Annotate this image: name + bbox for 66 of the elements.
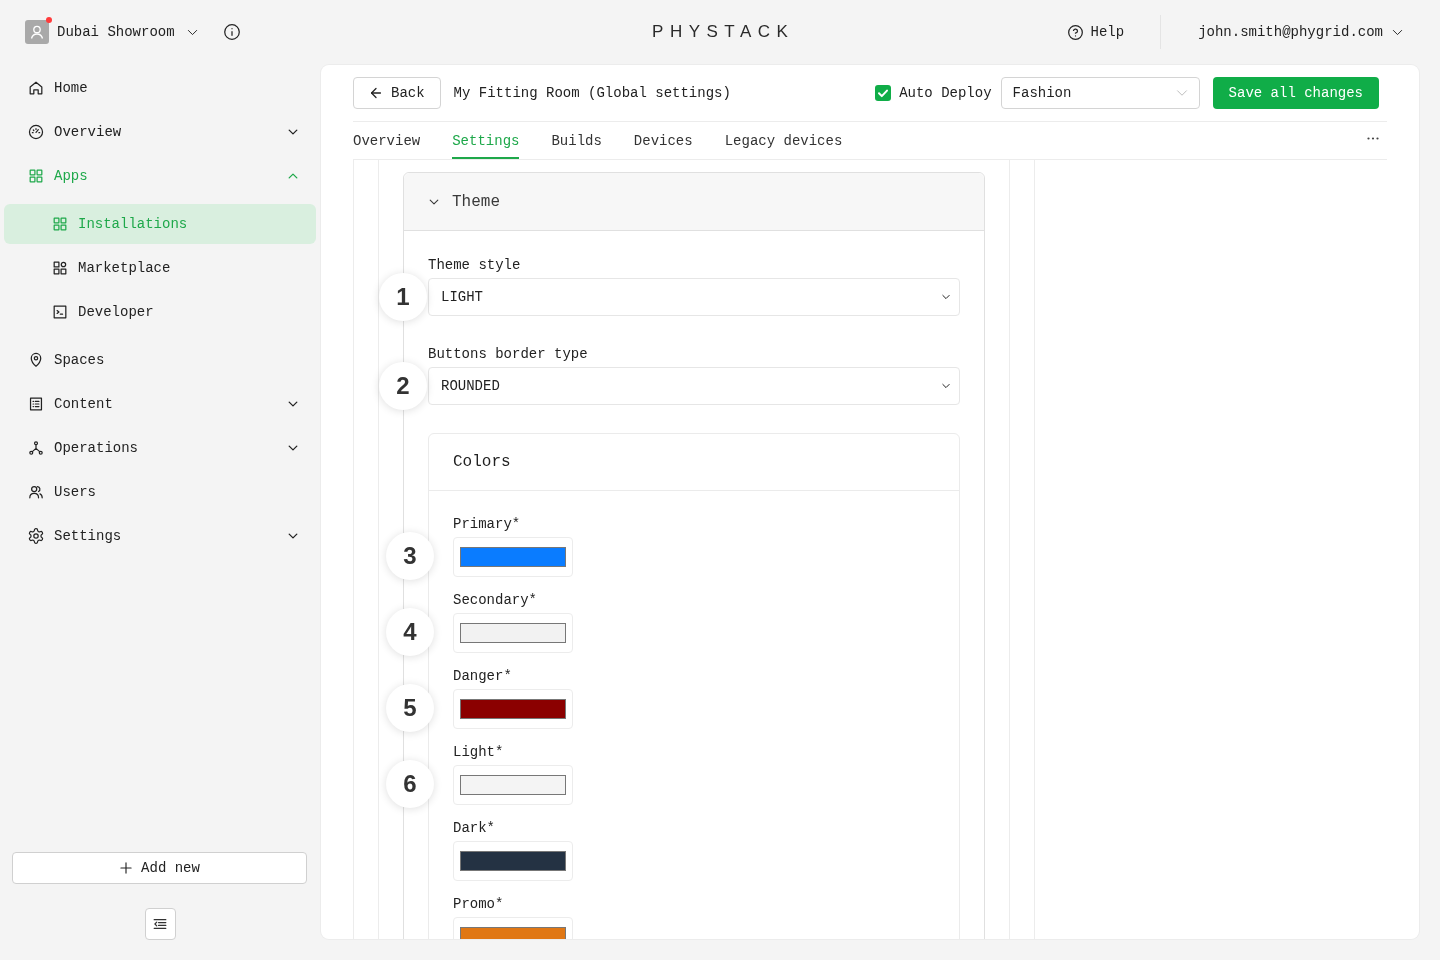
settings-icon <box>28 528 44 544</box>
section-title: Colors <box>453 453 511 471</box>
sidebar-item[interactable]: Content <box>0 382 320 426</box>
theme-section-header[interactable]: Theme <box>404 173 984 231</box>
chevron-down-icon <box>941 292 951 302</box>
collapse-icon <box>152 916 168 932</box>
list-icon <box>28 396 44 412</box>
auto-deploy-label: Auto Deploy <box>899 84 992 103</box>
sidebar-item[interactable]: Overview <box>0 110 320 154</box>
auto-deploy-checkbox[interactable] <box>875 85 892 101</box>
field-label: Theme style <box>428 256 522 275</box>
field-label: Secondary* <box>453 591 538 610</box>
sidebar-item[interactable]: Operations <box>0 426 320 470</box>
sidebar-item[interactable]: Spaces <box>0 338 320 382</box>
plus-icon <box>119 861 134 875</box>
field-label: Buttons border type <box>428 345 589 364</box>
field-label: Dark* <box>453 819 496 838</box>
color-picker-field[interactable] <box>453 537 573 577</box>
users-icon <box>28 484 44 500</box>
page-title: My Fitting Room (Global settings) <box>453 84 731 103</box>
dropdown-field[interactable]: LIGHT <box>428 278 960 316</box>
grid-icon <box>28 168 44 184</box>
brand-logo: PHYSTACK <box>652 22 795 42</box>
tab[interactable]: Overview <box>353 122 421 159</box>
account-menu[interactable]: john.smith@phygrid.com <box>1198 22 1404 42</box>
location-pin-icon <box>28 352 44 368</box>
tab[interactable]: Legacy devices <box>724 122 843 159</box>
field-label: Promo* <box>453 895 505 914</box>
sidebar-item[interactable]: Users <box>0 470 320 514</box>
collapse-sidebar-button[interactable] <box>144 908 176 940</box>
grid-icon <box>52 216 68 232</box>
sidebar-item[interactable]: Settings <box>0 514 320 558</box>
color-picker-field[interactable] <box>453 765 573 805</box>
color-picker-field[interactable] <box>453 689 573 729</box>
gauge-icon <box>28 124 44 140</box>
more-options-icon[interactable] <box>1367 137 1379 140</box>
help-link[interactable]: Help <box>1067 22 1125 42</box>
step-number-badge: 5 <box>386 684 434 732</box>
chevron-down-icon <box>941 381 951 391</box>
back-button[interactable]: Back <box>353 77 441 109</box>
help-icon <box>1067 24 1083 40</box>
sidebar-subitem[interactable]: Developer <box>4 292 316 332</box>
field-label: Primary* <box>453 515 522 534</box>
step-number-badge: 2 <box>379 362 427 410</box>
step-number-badge: 3 <box>386 532 434 580</box>
color-picker-field[interactable] <box>453 841 573 881</box>
sidebar-item[interactable]: Home <box>0 66 320 110</box>
info-icon[interactable] <box>223 24 240 40</box>
workspace-selector[interactable]: Dubai Showroom <box>57 22 199 42</box>
step-number-badge: 1 <box>379 273 427 321</box>
terminal-icon <box>52 304 68 320</box>
step-number-badge: 4 <box>386 608 434 656</box>
field-label: Light* <box>453 743 505 762</box>
sidebar-subitem[interactable]: Marketplace <box>4 248 316 288</box>
network-icon <box>28 440 44 456</box>
shapes-icon <box>52 260 68 276</box>
color-picker-field[interactable] <box>453 613 573 653</box>
tab[interactable]: Devices <box>633 122 693 159</box>
field-label: Danger* <box>453 667 513 686</box>
tab[interactable]: Builds <box>551 122 602 159</box>
step-number-badge: 6 <box>386 760 434 808</box>
dropdown-field[interactable]: ROUNDED <box>428 367 960 405</box>
add-new-button[interactable]: Add new <box>12 852 307 884</box>
category-select[interactable]: Fashion <box>1000 77 1200 109</box>
home-icon <box>28 80 44 96</box>
avatar-icon <box>25 20 49 44</box>
